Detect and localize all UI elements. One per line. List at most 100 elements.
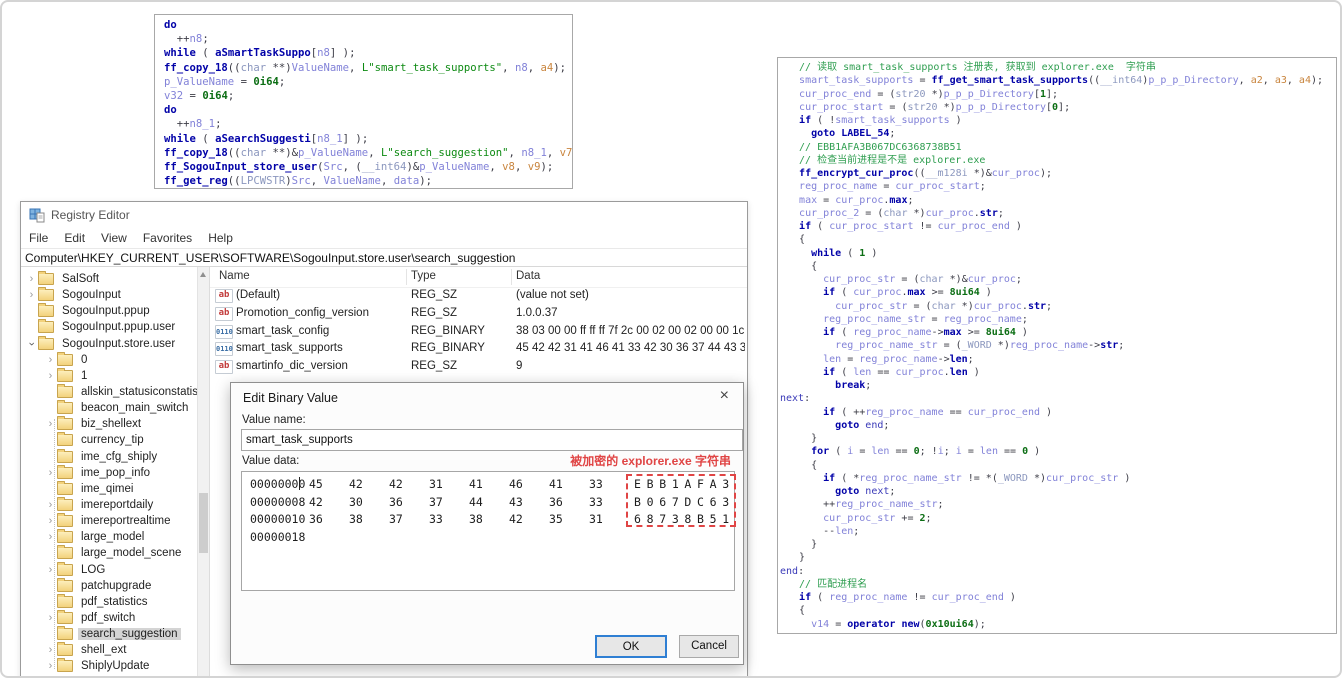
tree-item-label: shell_ext <box>81 644 127 657</box>
column-header-type[interactable]: Type <box>411 270 436 282</box>
chevron-collapsed-icon[interactable]: › <box>44 531 57 543</box>
value-row-Default[interactable]: ab (Default) REG_SZ (value not set) <box>210 287 747 305</box>
value-list-header: Name Type Data <box>210 267 747 288</box>
value-name-input[interactable] <box>241 429 743 451</box>
chevron-expanded-icon[interactable]: › <box>26 337 38 350</box>
hex-byte: 36 <box>309 512 323 526</box>
close-icon[interactable]: × <box>716 387 733 405</box>
chevron-collapsed-icon[interactable]: › <box>44 370 57 382</box>
value-row-smart_task_supports[interactable]: 0110 smart_task_supports REG_BINARY 45 42 4… <box>210 340 747 358</box>
tree-item-patchupgrade[interactable]: patchupgrade <box>21 577 198 594</box>
hex-ascii-char: C <box>697 494 704 509</box>
value-row-Promotion_config_version[interactable]: ab Promotion_config_version REG_SZ 1.0.0.37 <box>210 305 747 323</box>
tree-item-allskin_statusiconstatistics[interactable]: allskin_statusiconstatistics <box>21 384 209 400</box>
chevron-collapsed-icon[interactable]: › <box>44 499 57 511</box>
tree-item-1[interactable]: › 1 <box>21 367 198 384</box>
hex-byte: 42 <box>389 477 403 491</box>
tree-item-SogouInput.store.user[interactable]: › SogouInput.store.user <box>21 335 198 352</box>
folder-icon <box>57 497 73 512</box>
tree-item-large_model[interactable]: › large_model <box>21 529 198 545</box>
tree-item-biz_shellext[interactable]: › biz_shellext <box>21 416 198 432</box>
tree-item-SogouInput.ppup[interactable]: SogouInput.ppup <box>21 303 198 319</box>
tree-item-label: large_model_scene <box>81 547 182 560</box>
chevron-collapsed-icon[interactable]: › <box>44 612 57 624</box>
chevron-collapsed-icon[interactable]: › <box>44 564 57 576</box>
hex-ascii-char: 6 <box>709 494 717 509</box>
chevron-collapsed-icon[interactable]: › <box>44 418 57 430</box>
tree-item-pdf_statistics[interactable]: pdf_statistics <box>21 593 198 610</box>
chevron-collapsed-icon[interactable]: › <box>44 515 57 527</box>
tree-item-shell_ext[interactable]: › shell_ext <box>21 642 198 658</box>
value-name: smart_task_config <box>236 324 330 337</box>
hex-byte: 31 <box>429 477 443 491</box>
tree-item-search_suggestion[interactable]: search_suggestion <box>21 626 198 642</box>
hex-ascii-char: 3 <box>722 477 730 491</box>
tree-item-SogouInput.ppup.user[interactable]: SogouInput.ppup.user <box>21 319 198 335</box>
menu-item-favorites[interactable]: Favorites <box>135 228 200 248</box>
scrollbar-thumb[interactable] <box>199 493 208 553</box>
tree-item-imereportdaily[interactable]: › imereportdaily <box>21 497 198 513</box>
value-data: 1.0.0.37 <box>516 306 558 319</box>
value-type: REG_BINARY <box>411 324 485 337</box>
chevron-collapsed-icon[interactable]: › <box>44 660 57 672</box>
value-row-smart_task_config[interactable]: 0110 smart_task_config REG_BINARY 38 03 00 … <box>210 323 747 341</box>
menu-item-edit[interactable]: Edit <box>56 228 93 248</box>
chevron-collapsed-icon[interactable]: › <box>44 354 57 366</box>
tree-item-pdf_switch[interactable]: › pdf_switch <box>21 610 198 626</box>
folder-icon <box>57 384 73 399</box>
tree-item-label: ime_pop_info <box>81 466 151 479</box>
tree-item-LOG[interactable]: › LOG <box>21 561 198 578</box>
tree-item-0[interactable]: › 0 <box>21 351 198 368</box>
reg-binary-icon: 0110 <box>215 324 233 339</box>
chevron-collapsed-icon[interactable]: › <box>25 273 38 285</box>
value-row-smartinfo_dic_version[interactable]: ab smartinfo_dic_version REG_SZ 9 <box>210 358 747 376</box>
tree-item-ime_cfg_shiply[interactable]: ime_cfg_shiply <box>21 448 198 465</box>
tree-item-currency_tip[interactable]: currency_tip <box>21 432 198 448</box>
value-name: smart_task_supports <box>236 342 343 355</box>
folder-icon <box>57 610 73 625</box>
tree-item-label: ime_qimei <box>81 482 134 495</box>
folder-icon <box>57 593 73 608</box>
scrollbar-up-arrow-icon[interactable] <box>200 272 206 277</box>
folder-icon <box>57 432 73 447</box>
cancel-button[interactable]: Cancel <box>679 635 739 658</box>
tree-scrollbar[interactable] <box>197 267 209 676</box>
tree-item-large_model_scene[interactable]: large_model_scene <box>21 545 198 561</box>
hex-byte: 33 <box>589 494 603 509</box>
tree-item-ShiplyUpdate[interactable]: › ShiplyUpdate <box>21 658 198 674</box>
menu-item-file[interactable]: File <box>21 228 56 248</box>
tree-item-SogouInput[interactable]: › SogouInput <box>21 287 198 303</box>
menu-item-view[interactable]: View <box>93 228 135 248</box>
menu-item-help[interactable]: Help <box>200 228 241 248</box>
hex-byte: 41 <box>549 477 563 491</box>
tree-item-imereportrealtime[interactable]: › imereportrealtime <box>21 513 198 529</box>
registry-address-bar[interactable]: Computer\HKEY_CURRENT_USER\SOFTWARE\Sogo… <box>21 249 747 267</box>
tree-item-ime_pop_info[interactable]: › ime_pop_info <box>21 464 198 481</box>
hex-row-00000008: 00000008 42 30 36 37 44 43 36 33 B 0 6 7 D C 6 3 <box>242 493 734 511</box>
hex-editor[interactable]: 00000000 45 42 42 31 41 46 41 33 E B B 1 A F A 3 00000008… <box>241 471 736 591</box>
ok-button[interactable]: OK <box>595 635 667 658</box>
hex-row-00000000: 00000000 45 42 42 31 41 46 41 33 E B B 1 A F A 3 <box>242 475 734 493</box>
chevron-collapsed-icon[interactable]: › <box>44 467 57 479</box>
hex-address: 00000008 <box>250 494 306 509</box>
decompiler-snippet-panel: do ++n8; while ( aSmartTaskSuppo[n8] ); ff… <box>154 14 573 189</box>
hex-byte: 38 <box>469 512 483 526</box>
tree-item-label: 1 <box>81 369 88 382</box>
folder-icon <box>57 480 73 495</box>
column-header-name[interactable]: Name <box>219 270 250 282</box>
folder-icon <box>38 303 54 318</box>
column-header-data[interactable]: Data <box>516 270 540 282</box>
hex-ascii-char: B <box>646 477 654 491</box>
tree-item-label: beacon_main_switch <box>81 402 189 415</box>
chevron-collapsed-icon[interactable]: › <box>25 289 38 301</box>
hex-ascii-char: 6 <box>634 512 641 526</box>
decompiler-main-panel: // 读取 smart_task_supports 注册表, 获取到 explo… <box>777 57 1337 634</box>
value-data-label: Value data: <box>242 455 300 467</box>
tree-item-ime_qimei[interactable]: ime_qimei <box>21 480 198 497</box>
tree-item-label: patchupgrade <box>81 579 152 592</box>
tree-item-SalSoft[interactable]: › SalSoft <box>21 271 198 287</box>
tree-item-beacon_main_switch[interactable]: beacon_main_switch <box>21 400 198 416</box>
chevron-collapsed-icon[interactable]: › <box>44 644 57 656</box>
tree-item-label: SogouInput <box>62 289 121 302</box>
hex-ascii-char: 1 <box>671 477 679 491</box>
